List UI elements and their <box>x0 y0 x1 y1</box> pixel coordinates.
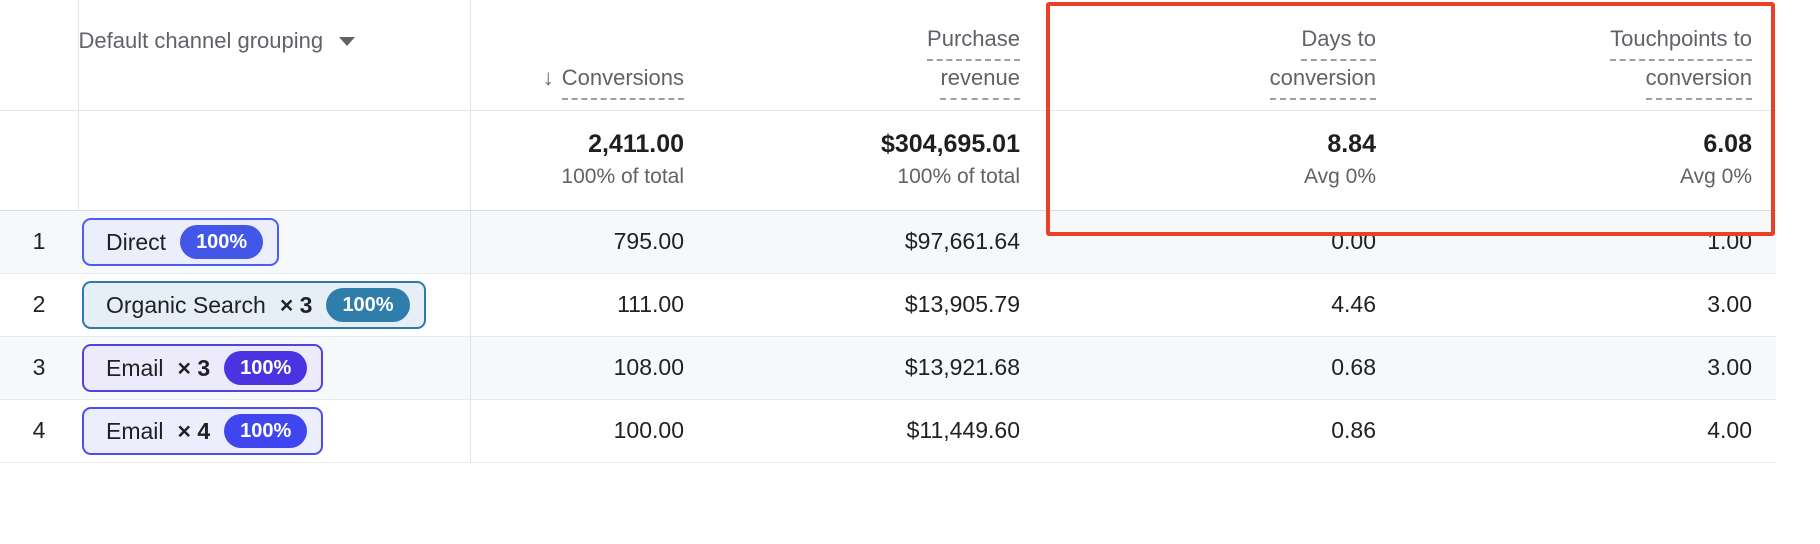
row-rank: 3 <box>0 336 78 399</box>
summary-conversions-sub: 100% of total <box>495 163 685 191</box>
summary-touchpoints-to-conversion-sub: Avg 0% <box>1424 163 1752 191</box>
row-purchase-revenue: $13,905.79 <box>708 273 1044 336</box>
channel-chip-multiplier: × 4 <box>178 416 211 446</box>
summary-row: 2,411.00 100% of total $304,695.01 100% … <box>0 110 1776 210</box>
header-days-to-conversion-line-1: conversion <box>1270 61 1376 100</box>
header-purchase-revenue-label[interactable]: Purchase revenue <box>732 22 1020 100</box>
row-touchpoints-to-conversion: 4.00 <box>1400 399 1776 462</box>
dimension-selector[interactable]: Default channel grouping <box>79 28 356 54</box>
header-conversions-line-0: Conversions <box>562 61 684 100</box>
summary-purchase-revenue-sub: 100% of total <box>732 163 1020 191</box>
conversion-paths-table: Default channel grouping ↓Conversions Pu… <box>0 0 1776 463</box>
channel-chip-label: Organic Search <box>106 290 266 320</box>
header-dimension-cell: Default channel grouping <box>78 0 470 110</box>
channel-chip-label: Email <box>106 353 164 383</box>
row-rank: 1 <box>0 210 78 273</box>
row-purchase-revenue: $97,661.64 <box>708 210 1044 273</box>
channel-chip[interactable]: Organic Search × 3 100% <box>82 281 426 329</box>
summary-rank-cell <box>0 110 78 210</box>
dimension-selector-label: Default channel grouping <box>79 28 324 54</box>
summary-touchpoints-to-conversion-cell: 6.08 Avg 0% <box>1400 110 1776 210</box>
header-touchpoints-to-conversion-label[interactable]: Touchpoints to conversion <box>1424 22 1752 100</box>
channel-chip[interactable]: Direct 100% <box>82 218 279 266</box>
chevron-down-icon[interactable] <box>339 37 355 46</box>
row-dimension-cell: Email × 3 100% <box>78 336 470 399</box>
row-conversions: 100.00 <box>470 399 708 462</box>
header-days-to-conversion[interactable]: Days to conversion <box>1044 0 1400 110</box>
channel-chip-label: Email <box>106 416 164 446</box>
header-touchpoints-to-conversion-line-1: conversion <box>1646 61 1752 100</box>
table-header-row: Default channel grouping ↓Conversions Pu… <box>0 0 1776 110</box>
channel-chip-pill: 100% <box>224 351 307 385</box>
channel-chip[interactable]: Email × 4 100% <box>82 407 323 455</box>
channel-chip-label: Direct <box>106 227 166 257</box>
table-row[interactable]: 3 Email × 3 100% 108.00 $13,921.68 0.68 … <box>0 336 1776 399</box>
table-row[interactable]: 1 Direct 100% 795.00 $97,661.64 0.00 1.0… <box>0 210 1776 273</box>
attribution-table-screen: Default channel grouping ↓Conversions Pu… <box>0 0 1820 544</box>
row-touchpoints-to-conversion: 1.00 <box>1400 210 1776 273</box>
row-touchpoints-to-conversion: 3.00 <box>1400 273 1776 336</box>
row-rank: 4 <box>0 399 78 462</box>
row-days-to-conversion: 0.00 <box>1044 210 1400 273</box>
header-touchpoints-to-conversion-line-0: Touchpoints to <box>1610 22 1752 61</box>
summary-purchase-revenue-cell: $304,695.01 100% of total <box>708 110 1044 210</box>
row-days-to-conversion: 4.46 <box>1044 273 1400 336</box>
header-days-to-conversion-line-0: Days to <box>1301 22 1376 61</box>
row-purchase-revenue: $11,449.60 <box>708 399 1044 462</box>
row-conversions: 111.00 <box>470 273 708 336</box>
header-purchase-revenue[interactable]: Purchase revenue <box>708 0 1044 110</box>
row-touchpoints-to-conversion: 3.00 <box>1400 336 1776 399</box>
row-dimension-cell: Direct 100% <box>78 210 470 273</box>
row-conversions: 795.00 <box>470 210 708 273</box>
header-purchase-revenue-line-0: Purchase <box>927 22 1020 61</box>
row-dimension-cell: Organic Search × 3 100% <box>78 273 470 336</box>
summary-purchase-revenue-value: $304,695.01 <box>732 129 1020 159</box>
channel-chip-pill: 100% <box>326 288 409 322</box>
row-conversions: 108.00 <box>470 336 708 399</box>
header-conversions-label[interactable]: ↓Conversions <box>495 61 685 100</box>
header-rank-cell <box>0 0 78 110</box>
summary-dimension-cell <box>78 110 470 210</box>
summary-days-to-conversion-cell: 8.84 Avg 0% <box>1044 110 1400 210</box>
summary-touchpoints-to-conversion-value: 6.08 <box>1424 129 1752 159</box>
row-dimension-cell: Email × 4 100% <box>78 399 470 462</box>
channel-chip-multiplier: × 3 <box>178 353 211 383</box>
table-row[interactable]: 4 Email × 4 100% 100.00 $11,449.60 0.86 … <box>0 399 1776 462</box>
header-purchase-revenue-line-1: revenue <box>940 61 1020 100</box>
summary-conversions-value: 2,411.00 <box>495 129 685 159</box>
channel-chip-pill: 100% <box>180 225 263 259</box>
channel-chip-multiplier: × 3 <box>280 290 313 320</box>
row-days-to-conversion: 0.68 <box>1044 336 1400 399</box>
summary-days-to-conversion-value: 8.84 <box>1068 129 1376 159</box>
summary-conversions-cell: 2,411.00 100% of total <box>470 110 708 210</box>
summary-days-to-conversion-sub: Avg 0% <box>1068 163 1376 191</box>
table-row[interactable]: 2 Organic Search × 3 100% 111.00 $13,905… <box>0 273 1776 336</box>
channel-chip-pill: 100% <box>224 414 307 448</box>
header-days-to-conversion-label[interactable]: Days to conversion <box>1068 22 1376 100</box>
row-days-to-conversion: 0.86 <box>1044 399 1400 462</box>
channel-chip[interactable]: Email × 3 100% <box>82 344 323 392</box>
header-touchpoints-to-conversion[interactable]: Touchpoints to conversion <box>1400 0 1776 110</box>
row-rank: 2 <box>0 273 78 336</box>
header-conversions[interactable]: ↓Conversions <box>470 0 708 110</box>
row-purchase-revenue: $13,921.68 <box>708 336 1044 399</box>
arrow-down-icon[interactable]: ↓ <box>543 61 554 95</box>
